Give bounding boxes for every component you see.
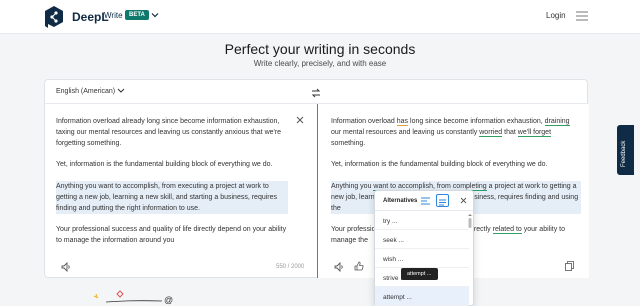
paragraph-icon	[439, 199, 446, 206]
alternative-option[interactable]: wish ...	[375, 249, 469, 268]
alternative-option[interactable]: seek ...	[375, 230, 469, 249]
hamburger-menu-icon[interactable]	[576, 11, 588, 21]
speaker-icon[interactable]	[334, 262, 344, 272]
language-select[interactable]: English (American)	[56, 88, 115, 95]
feedback-label: Feedback	[621, 140, 627, 167]
chevron-down-icon[interactable]	[150, 10, 160, 20]
deepl-logo-icon[interactable]	[43, 5, 65, 29]
editor-header: English (American)	[45, 80, 587, 104]
copy-icon[interactable]	[565, 261, 574, 271]
alternative-option[interactable]: try ...	[375, 211, 469, 230]
input-paragraph-highlighted: Anything you want to accomplish, from ex…	[56, 181, 288, 214]
scrollbar[interactable]	[467, 213, 473, 306]
swap-icon[interactable]	[311, 88, 321, 98]
feedback-tab[interactable]: Feedback	[617, 125, 634, 175]
output-paragraph: Yet, information is the fundamental buil…	[331, 161, 548, 168]
popup-header: Alternatives	[375, 191, 473, 211]
thumbs-up-icon[interactable]	[354, 261, 364, 271]
top-bar: DeepL Write BETA Login	[0, 0, 640, 34]
suggestion-word[interactable]: draining	[544, 118, 570, 126]
suggestion-word[interactable]: we'll forget	[517, 129, 552, 137]
expanded-view-button[interactable]	[436, 194, 449, 207]
brand-sub: Write	[104, 11, 123, 20]
speaker-icon[interactable]	[61, 262, 71, 272]
beta-badge: BETA	[125, 10, 149, 20]
login-link[interactable]: Login	[546, 11, 566, 20]
chevron-down-icon[interactable]	[117, 88, 125, 94]
input-paragraph: Information overload already long since …	[56, 118, 282, 147]
input-text-pane[interactable]: Information overload already long since …	[45, 104, 317, 278]
editor-panel: English (American) Information overload …	[44, 79, 589, 278]
suggestion-word[interactable]: related to	[492, 226, 522, 234]
close-icon[interactable]	[460, 197, 467, 204]
input-paragraph: Yet, information is the fundamental buil…	[56, 161, 273, 168]
page-subtitle: Write clearly, precisely, and with ease	[253, 59, 387, 68]
page-title: Perfect your writing in seconds	[224, 41, 416, 57]
decorative-illustration: @	[93, 290, 173, 305]
character-counter: 550 / 2000	[276, 264, 305, 270]
tooltip: attempt ...	[401, 268, 438, 280]
suggestion-word[interactable]: worried	[479, 129, 503, 137]
alternative-option-selected[interactable]: attempt ...	[375, 287, 469, 306]
list-view-icon[interactable]	[421, 197, 430, 205]
svg-text:@: @	[164, 295, 173, 305]
clear-text-icon[interactable]	[296, 116, 304, 124]
suggestion-word[interactable]: has	[396, 118, 409, 126]
input-paragraph: Your professional success and quality of…	[56, 226, 287, 244]
alternatives-popup: Alternatives try ... seek ... wish ... s…	[374, 190, 474, 306]
alternatives-title: Alternatives	[383, 198, 418, 204]
output-paragraph: Information overload has long since beco…	[331, 118, 570, 147]
